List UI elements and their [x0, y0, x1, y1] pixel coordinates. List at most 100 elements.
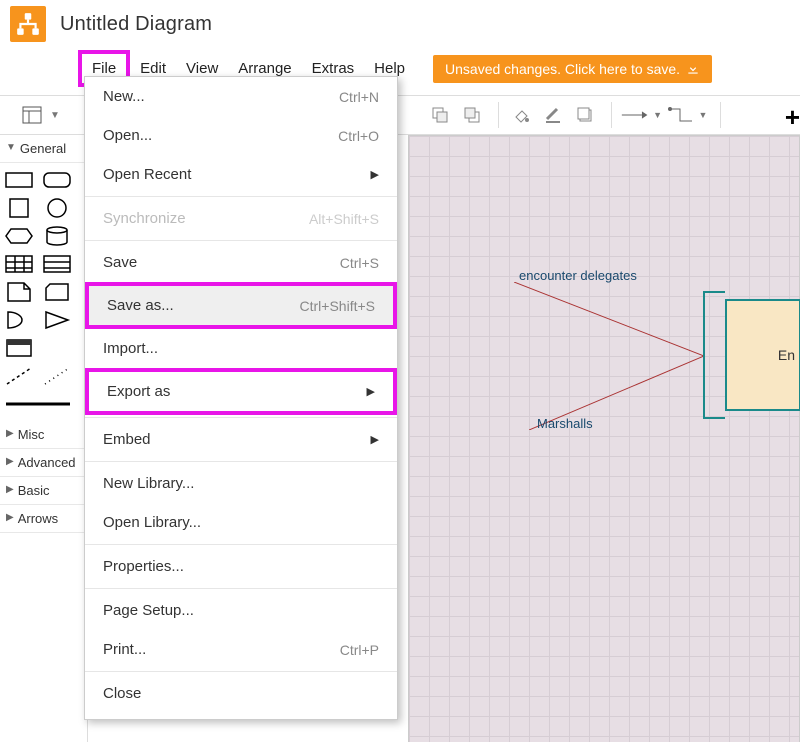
- menu-export-as[interactable]: Export as ▶: [85, 368, 397, 415]
- category-misc[interactable]: ▶Misc: [0, 421, 87, 449]
- shape-square[interactable]: [4, 197, 34, 219]
- shape-card[interactable]: [42, 281, 72, 303]
- submenu-arrow-icon: ▶: [367, 385, 375, 398]
- menu-separator: [85, 417, 397, 418]
- shadow-button[interactable]: [571, 101, 599, 129]
- menu-separator: [85, 588, 397, 589]
- menu-close-label: Close: [103, 685, 141, 702]
- waypoint-style-button[interactable]: ▼: [666, 101, 708, 129]
- chevron-down-icon: ▼: [6, 142, 16, 153]
- menu-new-library-label: New Library...: [103, 475, 194, 492]
- menu-separator: [85, 671, 397, 672]
- shape-window[interactable]: [4, 337, 34, 359]
- menu-separator: [85, 461, 397, 462]
- shape-triangle[interactable]: [42, 309, 72, 331]
- shape-roundrect[interactable]: [42, 169, 72, 191]
- menu-open-shortcut: Ctrl+O: [338, 128, 379, 144]
- shapes-sidebar: ▼General ▶Misc ▶Advanced ▶Basic ▶Arrows: [0, 135, 88, 742]
- entity-box[interactable]: En: [725, 299, 800, 411]
- to-front-button[interactable]: [426, 101, 454, 129]
- file-menu-dropdown: New...Ctrl+N Open...Ctrl+O Open Recent▶ …: [84, 76, 398, 720]
- menu-new[interactable]: New... Ctrl+N: [85, 77, 397, 116]
- chevron-right-icon: ▶: [6, 484, 14, 495]
- add-button[interactable]: +: [785, 102, 800, 133]
- menu-page-setup-label: Page Setup...: [103, 602, 194, 619]
- to-back-button[interactable]: [458, 101, 486, 129]
- menu-synchronize: Synchronize Alt+Shift+S: [85, 199, 397, 238]
- menu-print[interactable]: Print... Ctrl+P: [85, 630, 397, 669]
- menu-page-setup[interactable]: Page Setup...: [85, 591, 397, 630]
- menu-separator: [85, 196, 397, 197]
- unsaved-changes-banner[interactable]: Unsaved changes. Click here to save.: [433, 55, 712, 83]
- menu-open-library-label: Open Library...: [103, 514, 201, 531]
- menu-new-library[interactable]: New Library...: [85, 464, 397, 503]
- shape-hexagon[interactable]: [4, 225, 34, 247]
- download-icon: [686, 62, 700, 76]
- toolbar-separator: [498, 102, 499, 128]
- shape-rect[interactable]: [4, 169, 34, 191]
- fill-color-button[interactable]: [507, 101, 535, 129]
- shape-cylinder[interactable]: [42, 225, 72, 247]
- menu-close[interactable]: Close: [85, 674, 397, 713]
- menu-print-label: Print...: [103, 641, 146, 658]
- menu-save-as[interactable]: Save as... Ctrl+Shift+S: [85, 282, 397, 329]
- menu-save-as-shortcut: Ctrl+Shift+S: [300, 298, 375, 314]
- menu-print-shortcut: Ctrl+P: [340, 642, 379, 658]
- menu-properties[interactable]: Properties...: [85, 547, 397, 586]
- shape-thick-line[interactable]: [4, 393, 72, 415]
- label-delegates[interactable]: encounter delegates: [519, 268, 637, 283]
- menu-synchronize-label: Synchronize: [103, 210, 186, 227]
- layout-button[interactable]: [18, 101, 46, 129]
- shape-blank[interactable]: [42, 337, 72, 359]
- shape-dotted-line[interactable]: [42, 365, 72, 387]
- shape-circle[interactable]: [42, 197, 72, 219]
- shape-table[interactable]: [4, 253, 34, 275]
- menu-open-label: Open...: [103, 127, 152, 144]
- shape-halfcircle[interactable]: [4, 309, 34, 331]
- toolbar-separator: [720, 102, 721, 128]
- category-basic[interactable]: ▶Basic: [0, 477, 87, 505]
- menu-new-shortcut: Ctrl+N: [339, 89, 379, 105]
- category-general[interactable]: ▼ General: [0, 135, 87, 163]
- menu-open-recent[interactable]: Open Recent ▶: [85, 155, 397, 194]
- title-bar: Untitled Diagram: [0, 0, 800, 42]
- entity-label: En: [778, 347, 795, 363]
- menu-save[interactable]: Save Ctrl+S: [85, 243, 397, 282]
- menu-synchronize-shortcut: Alt+Shift+S: [309, 211, 379, 227]
- category-advanced[interactable]: ▶Advanced: [0, 449, 87, 477]
- document-title[interactable]: Untitled Diagram: [60, 13, 212, 36]
- line-color-button[interactable]: [539, 101, 567, 129]
- category-general-label: General: [20, 141, 66, 156]
- menu-embed-label: Embed: [103, 431, 151, 448]
- menu-open-recent-label: Open Recent: [103, 166, 191, 183]
- toolbar-separator: [611, 102, 612, 128]
- menu-export-as-label: Export as: [107, 383, 170, 400]
- chevron-right-icon: ▶: [6, 456, 14, 467]
- connector-delegates[interactable]: [514, 282, 704, 356]
- menu-open[interactable]: Open... Ctrl+O: [85, 116, 397, 155]
- menu-import-label: Import...: [103, 340, 158, 357]
- menu-save-as-label: Save as...: [107, 297, 174, 314]
- menu-save-shortcut: Ctrl+S: [340, 255, 379, 271]
- menu-open-library[interactable]: Open Library...: [85, 503, 397, 542]
- menu-import[interactable]: Import...: [85, 329, 397, 368]
- menu-embed[interactable]: Embed▶: [85, 420, 397, 459]
- shape-note[interactable]: [4, 281, 34, 303]
- layout-dropdown-icon[interactable]: ▼: [48, 101, 62, 129]
- unsaved-changes-label: Unsaved changes. Click here to save.: [445, 61, 680, 77]
- submenu-arrow-icon: ▶: [371, 168, 379, 181]
- shape-rows[interactable]: [42, 253, 72, 275]
- label-marshalls[interactable]: Marshalls: [537, 416, 593, 431]
- menu-new-label: New...: [103, 88, 145, 105]
- category-arrows[interactable]: ▶Arrows: [0, 505, 87, 533]
- menu-save-label: Save: [103, 254, 137, 271]
- connection-style-button[interactable]: ▼: [620, 101, 662, 129]
- menu-separator: [85, 544, 397, 545]
- category-misc-label: Misc: [18, 427, 45, 442]
- category-arrows-label: Arrows: [18, 511, 58, 526]
- menu-properties-label: Properties...: [103, 558, 184, 575]
- menu-separator: [85, 240, 397, 241]
- bracket-shape[interactable]: [703, 291, 725, 419]
- canvas[interactable]: En encounter delegates Marshalls: [408, 135, 800, 742]
- shape-dashed-line[interactable]: [4, 365, 34, 387]
